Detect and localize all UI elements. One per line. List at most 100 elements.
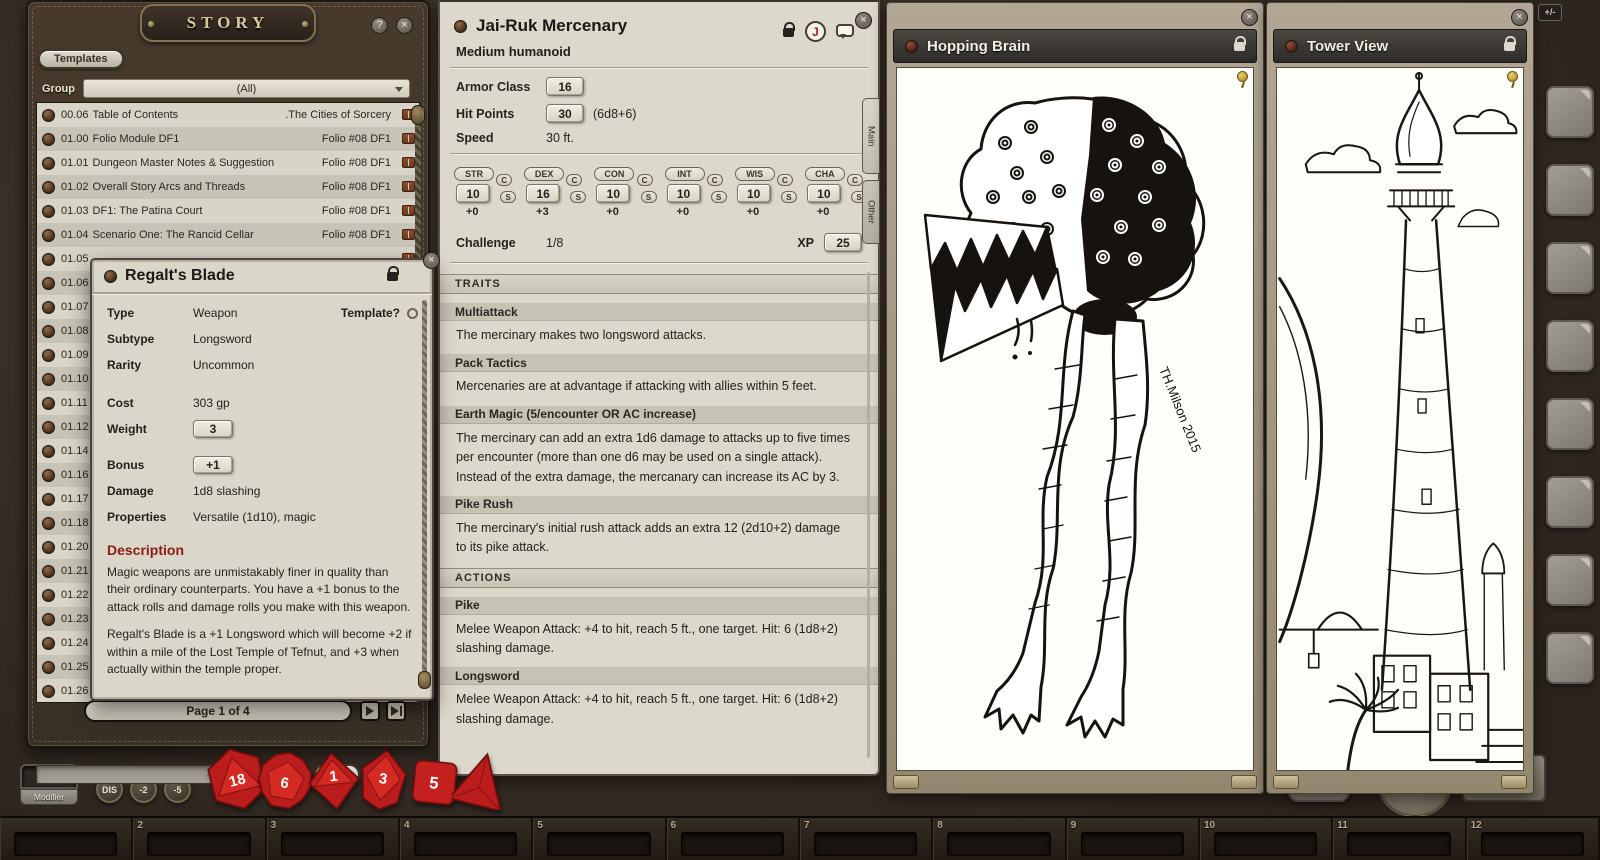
entry-bullet-icon[interactable]	[42, 541, 55, 554]
scrollbar-knob[interactable]	[411, 105, 425, 125]
book-icon[interactable]	[402, 157, 415, 168]
action-name[interactable]: Longsword	[440, 666, 878, 685]
subtype-value[interactable]: Longsword	[193, 332, 252, 346]
hotkey-slot[interactable]: 11	[1333, 818, 1466, 860]
entry-bullet-icon[interactable]	[42, 493, 55, 506]
bonus-field[interactable]: +1	[193, 456, 233, 474]
entry-bullet-icon[interactable]	[42, 133, 55, 146]
entry-bullet-icon[interactable]	[42, 421, 55, 434]
ability-check-button[interactable]: C	[496, 174, 512, 186]
trait-name[interactable]: Pike Rush	[440, 495, 878, 514]
damage-value[interactable]: 1d8 slashing	[193, 484, 260, 498]
npc-token[interactable]: J	[805, 21, 826, 42]
sidebar-shortcut-slot[interactable]	[1546, 86, 1594, 138]
ability-score-field[interactable]: 10	[737, 184, 771, 203]
entry-bullet-icon[interactable]	[42, 157, 55, 170]
templates-button[interactable]: Templates	[38, 49, 124, 69]
hotkey-box[interactable]	[147, 832, 250, 856]
trait-name[interactable]: Earth Magic (5/encounter OR AC increase)	[440, 405, 878, 424]
type-value[interactable]: Weapon	[193, 306, 237, 320]
ability-score-field[interactable]: 10	[807, 184, 841, 203]
lock-icon[interactable]	[783, 28, 794, 37]
sidebar-shortcut-slot[interactable]	[1546, 164, 1594, 216]
die-d10[interactable]: 3	[354, 748, 412, 812]
item-scrollbar[interactable]	[422, 300, 427, 689]
ability-save-button[interactable]: S	[641, 191, 657, 203]
hotkey-box[interactable]	[414, 832, 517, 856]
book-icon[interactable]	[402, 181, 415, 192]
hotkey-box[interactable]	[547, 832, 650, 856]
sidebar-shortcut-slot[interactable]	[1546, 242, 1594, 294]
ability-check-button[interactable]: C	[707, 174, 723, 186]
die-d4[interactable]	[452, 750, 510, 810]
hotkey-box[interactable]	[1214, 832, 1317, 856]
sidebar-shortcut-slot[interactable]	[1546, 554, 1594, 606]
entry-bullet-icon[interactable]	[42, 373, 55, 386]
entry-bullet-icon[interactable]	[42, 349, 55, 362]
sidebar-shortcut-slot[interactable]	[1546, 476, 1594, 528]
story-list-item[interactable]: 00.06 Table of Contents .The Cities of S…	[37, 103, 419, 127]
hotkey-box[interactable]	[1481, 832, 1584, 856]
entry-bullet-icon[interactable]	[42, 277, 55, 290]
hotkey-slot[interactable]: 3	[267, 818, 400, 860]
entry-bullet-icon[interactable]	[42, 181, 55, 194]
group-dropdown[interactable]: (All)	[83, 79, 410, 98]
ability-score-field[interactable]: 10	[596, 184, 630, 203]
hotkey-slot[interactable]: 10	[1200, 818, 1333, 860]
entry-bullet-icon[interactable]	[42, 613, 55, 626]
hotkey-slot[interactable]: 7	[800, 818, 933, 860]
trait-name[interactable]: Multiattack	[440, 302, 878, 321]
close-button[interactable]: ×	[1241, 9, 1258, 26]
item-window-header[interactable]: Regalt's Blade	[92, 260, 432, 294]
entry-bullet-icon[interactable]	[42, 325, 55, 338]
book-icon[interactable]	[402, 229, 415, 240]
hotkey-box[interactable]	[1347, 832, 1450, 856]
properties-value[interactable]: Versatile (1d10), magic	[193, 510, 316, 524]
ability-save-button[interactable]: S	[711, 191, 727, 203]
lock-icon[interactable]	[1234, 42, 1245, 51]
ability-modifier[interactable]: +3	[536, 206, 589, 218]
hit-points-field[interactable]: 30	[546, 104, 584, 123]
speech-bubble-icon[interactable]	[836, 24, 854, 37]
hotkey-box[interactable]	[681, 832, 784, 856]
entry-bullet-icon[interactable]	[42, 661, 55, 674]
hotkey-slot[interactable]: 6	[667, 818, 800, 860]
story-window-title[interactable]: STORY	[140, 4, 316, 42]
entry-bullet-icon[interactable]	[42, 565, 55, 578]
template-radio[interactable]	[407, 308, 418, 319]
pin-icon[interactable]	[1237, 71, 1248, 82]
cost-value[interactable]: 303 gp	[193, 396, 230, 410]
armor-class-field[interactable]: 16	[546, 77, 584, 96]
lock-icon[interactable]	[1504, 42, 1515, 51]
scrollbar-knob[interactable]	[418, 671, 431, 689]
image-canvas[interactable]: TH.Milson 2015	[896, 67, 1254, 771]
ability-score-field[interactable]: 10	[667, 184, 701, 203]
close-button[interactable]: ×	[855, 12, 872, 29]
entry-bullet-icon[interactable]	[42, 301, 55, 314]
lock-icon[interactable]	[387, 272, 398, 281]
entry-bullet-icon[interactable]	[42, 445, 55, 458]
modifier-stack-button[interactable]: +/-	[1538, 4, 1562, 21]
ability-check-button[interactable]: C	[847, 174, 863, 186]
weight-field[interactable]: 3	[193, 420, 233, 438]
tab-other[interactable]: Other	[862, 180, 879, 244]
book-icon[interactable]	[402, 205, 415, 216]
story-list-item[interactable]: 01.03 DF1: The Patina Court Folio #08 DF…	[37, 199, 419, 223]
ability-score-field[interactable]: 10	[456, 184, 490, 203]
entry-bullet-icon[interactable]	[42, 205, 55, 218]
help-button[interactable]: ?	[371, 17, 388, 34]
entry-bullet-icon[interactable]	[42, 589, 55, 602]
close-button[interactable]: ×	[423, 252, 440, 269]
entry-bullet-icon[interactable]	[42, 685, 55, 698]
action-name[interactable]: Pike	[440, 596, 878, 615]
entry-bullet-icon[interactable]	[42, 229, 55, 242]
entry-bullet-icon[interactable]	[42, 637, 55, 650]
entry-bullet-icon[interactable]	[42, 517, 55, 530]
ability-modifier[interactable]: +0	[677, 206, 730, 218]
trait-name[interactable]: Pack Tactics	[440, 353, 878, 372]
story-list-item[interactable]: 01.04 Scenario One: The Rancid Cellar Fo…	[37, 223, 419, 247]
entry-bullet-icon[interactable]	[42, 253, 55, 266]
close-button[interactable]: ×	[396, 17, 413, 34]
hotkey-slot[interactable]: 8	[933, 818, 1066, 860]
sidebar-shortcut-slot[interactable]	[1546, 398, 1594, 450]
